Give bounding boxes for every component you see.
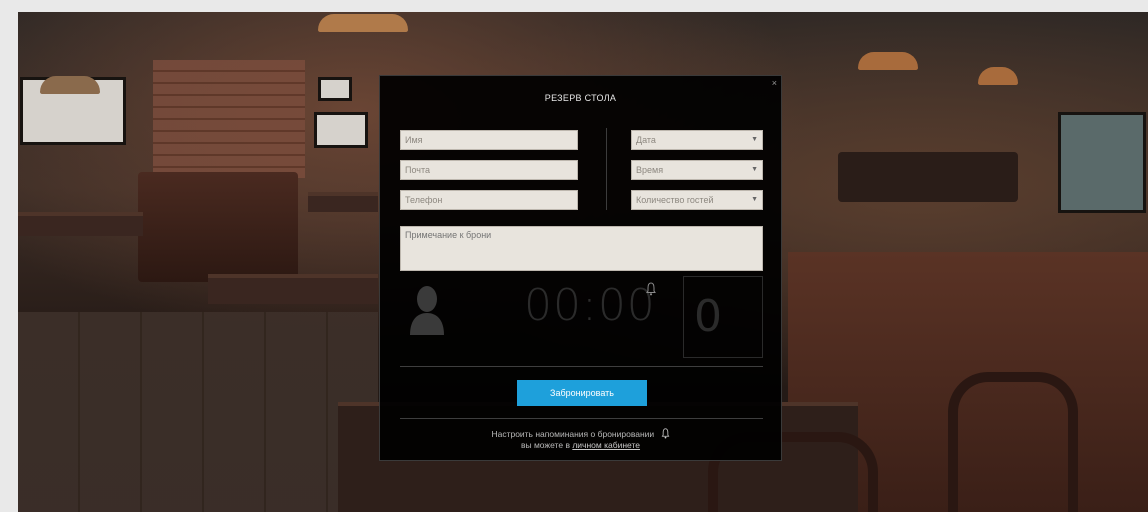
time-select-label: Время — [636, 165, 664, 175]
close-icon[interactable]: × — [772, 78, 777, 88]
booth-seat — [138, 172, 298, 282]
date-select[interactable]: Дата ▼ — [631, 130, 763, 150]
guests-select-label: Количество гостей — [636, 195, 714, 205]
guest-counter: 0 — [683, 276, 763, 358]
wall-cabinet — [1058, 112, 1146, 213]
chevron-down-icon: ▼ — [751, 166, 758, 173]
reminder-note: Настроить напоминания о бронировании вы … — [380, 428, 781, 451]
bell-icon — [661, 428, 669, 439]
divider — [400, 418, 763, 419]
timer-display: 00:00 — [524, 280, 656, 331]
ceiling-lamp — [978, 67, 1018, 85]
guest-count-value: 0 — [694, 291, 722, 342]
time-select[interactable]: Время ▼ — [631, 160, 763, 180]
date-select-label: Дата — [636, 135, 656, 145]
wall-picture — [314, 112, 368, 148]
reminder-text: Настроить напоминания о бронировании — [491, 429, 655, 439]
table — [208, 274, 378, 304]
chevron-down-icon: ▼ — [751, 136, 758, 143]
name-field[interactable] — [400, 130, 578, 150]
ceiling-lamp — [40, 76, 100, 94]
divider — [400, 366, 763, 367]
chair — [948, 372, 1078, 512]
brick-wall — [153, 60, 305, 178]
table — [18, 212, 143, 236]
wall-picture — [318, 77, 352, 101]
column-divider — [606, 128, 607, 210]
chevron-down-icon: ▼ — [751, 196, 758, 203]
email-field[interactable] — [400, 160, 578, 180]
note-field[interactable] — [400, 226, 763, 271]
reservation-modal: РЕЗЕРВ СТОЛА × Дата ▼ Время ▼ Количество… — [379, 75, 782, 461]
floor — [18, 312, 378, 512]
reserve-button[interactable]: Забронировать — [517, 380, 647, 406]
ceiling-lamp — [858, 52, 918, 70]
reminder-prefix: вы можете в — [520, 440, 573, 450]
guests-select[interactable]: Количество гостей ▼ — [631, 190, 763, 210]
table — [308, 192, 378, 212]
modal-title: РЕЗЕРВ СТОЛА — [544, 93, 617, 103]
user-silhouette-icon — [410, 286, 444, 335]
account-link[interactable]: личном кабинете — [572, 440, 640, 450]
phone-field[interactable] — [400, 190, 578, 210]
booth-seat — [838, 152, 1018, 202]
ceiling-lamp — [318, 14, 408, 32]
bell-icon[interactable] — [646, 282, 656, 296]
